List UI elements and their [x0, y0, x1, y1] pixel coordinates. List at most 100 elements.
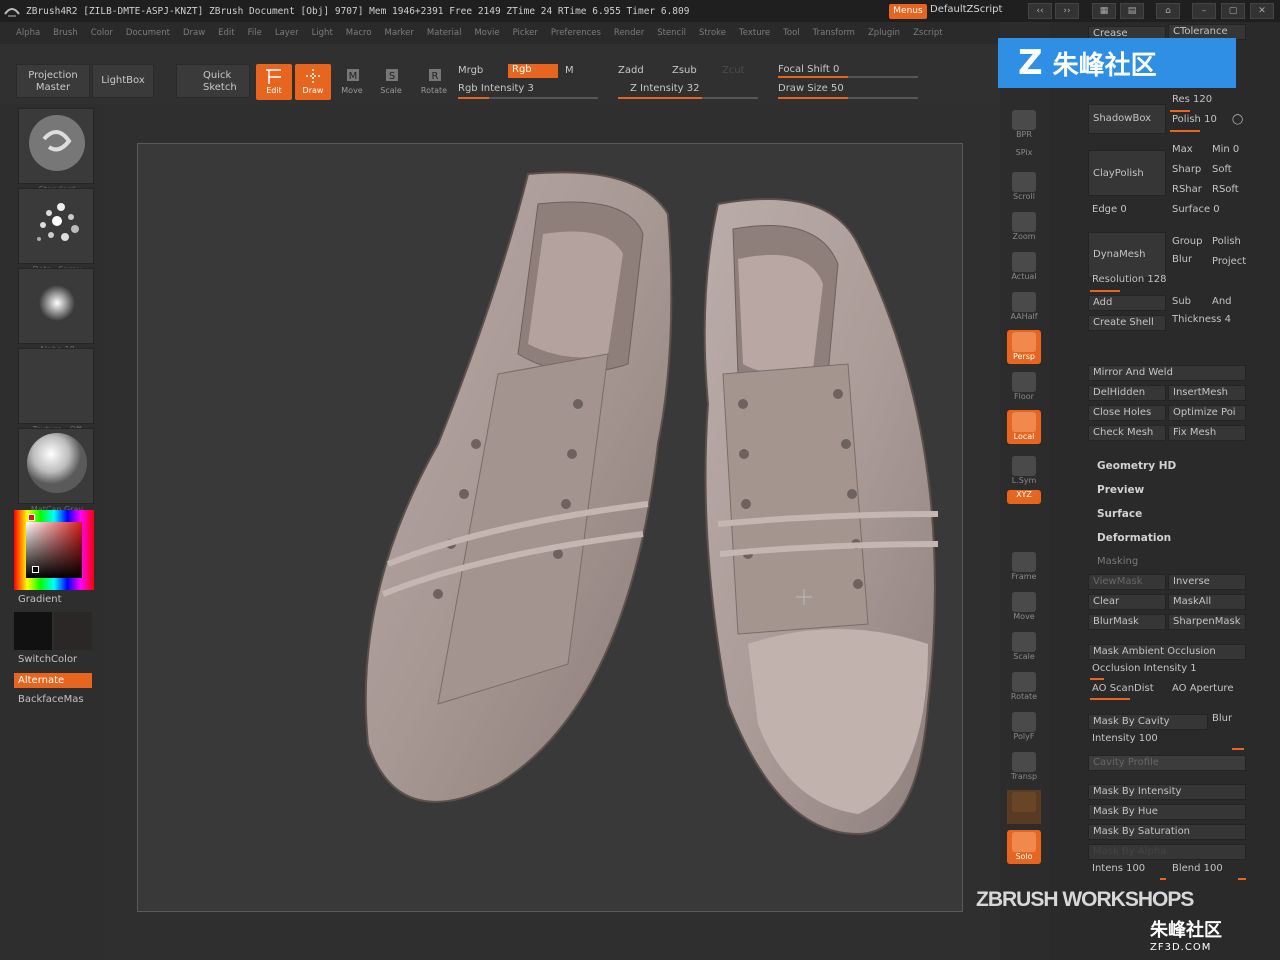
- prev-button[interactable]: ‹‹: [1028, 3, 1052, 19]
- inverse-button[interactable]: Inverse: [1168, 574, 1246, 590]
- menu-stroke[interactable]: Stroke: [699, 28, 726, 38]
- mask-ambient-occlusion-button[interactable]: Mask Ambient Occlusion: [1088, 644, 1246, 660]
- add-button[interactable]: Add: [1088, 295, 1166, 311]
- blur-slider[interactable]: Blur: [1172, 254, 1192, 270]
- focal-shift-track[interactable]: [778, 76, 918, 78]
- group-toggle[interactable]: Group: [1172, 236, 1202, 252]
- menu-zscript[interactable]: Zscript: [913, 28, 943, 38]
- backface-mask-button[interactable]: BackfaceMas: [18, 694, 84, 705]
- menus-toggle-button[interactable]: Menus: [889, 4, 927, 19]
- soft-slider[interactable]: Soft: [1212, 164, 1232, 180]
- menu-preferences[interactable]: Preferences: [551, 28, 601, 38]
- local-button[interactable]: Local: [1007, 410, 1041, 444]
- menu-brush[interactable]: Brush: [53, 28, 78, 38]
- actual-button[interactable]: Actual: [1007, 250, 1041, 284]
- edge-slider[interactable]: Edge 0: [1092, 204, 1127, 220]
- check-mesh-button[interactable]: Check Mesh: [1088, 425, 1166, 441]
- edit-tool-button[interactable]: Edit: [256, 64, 292, 100]
- solo-button[interactable]: Solo: [1007, 830, 1041, 864]
- menu-file[interactable]: File: [248, 28, 262, 38]
- clear-mask-button[interactable]: Clear: [1088, 594, 1166, 610]
- claypolish-button[interactable]: ClayPolish: [1088, 150, 1166, 196]
- menu-movie[interactable]: Movie: [474, 28, 499, 38]
- menu-zplugin[interactable]: Zplugin: [868, 28, 900, 38]
- occlusion-intensity-slider[interactable]: Occlusion Intensity 1: [1092, 663, 1197, 679]
- dynamesh-button[interactable]: DynaMesh: [1088, 232, 1166, 278]
- material-thumbnail[interactable]: MatCap Gray: [18, 428, 94, 514]
- menu-alpha[interactable]: Alpha: [16, 28, 40, 38]
- mirror-and-weld-button[interactable]: Mirror And Weld: [1088, 365, 1246, 381]
- intens-slider[interactable]: Intens 100: [1092, 863, 1145, 879]
- menu-tool[interactable]: Tool: [783, 28, 800, 38]
- blend-slider[interactable]: Blend 100: [1172, 863, 1223, 879]
- polyf-button[interactable]: PolyF: [1007, 710, 1041, 744]
- spix-slider[interactable]: SPix: [1007, 148, 1041, 166]
- scale-tool-button[interactable]: S Scale: [373, 64, 409, 100]
- masking-section[interactable]: Masking: [1097, 556, 1138, 572]
- menu-document[interactable]: Document: [126, 28, 170, 38]
- cavity-profile-button[interactable]: Cavity Profile: [1088, 755, 1246, 771]
- polish-toggle[interactable]: Polish: [1212, 236, 1241, 252]
- polish-circle-icon[interactable]: ◯: [1232, 114, 1243, 130]
- menu-color[interactable]: Color: [91, 28, 113, 38]
- create-shell-button[interactable]: Create Shell: [1088, 315, 1166, 331]
- quick-sketch-button[interactable]: Quick Sketch: [176, 64, 250, 98]
- polish-slider[interactable]: Polish 10: [1172, 114, 1217, 130]
- menu-layer[interactable]: Layer: [275, 28, 299, 38]
- shadowbox-button[interactable]: ShadowBox: [1088, 104, 1166, 134]
- blurmask-button[interactable]: BlurMask: [1088, 614, 1166, 630]
- insertmesh-button[interactable]: InsertMesh: [1168, 385, 1246, 401]
- deformation-section[interactable]: Deformation: [1097, 532, 1171, 544]
- viewmask-button[interactable]: ViewMask: [1088, 574, 1166, 590]
- move-tool-button[interactable]: M Move: [334, 64, 370, 100]
- canvas-area[interactable]: [104, 104, 1000, 960]
- close-button[interactable]: ✕: [1250, 3, 1274, 19]
- projection-master-button[interactable]: Projection Master: [16, 64, 90, 98]
- menu-texture[interactable]: Texture: [739, 28, 770, 38]
- rgb-intensity-slider[interactable]: Rgb Intensity 3: [458, 83, 534, 94]
- alpha-thumbnail[interactable]: Alpha 18: [18, 268, 94, 354]
- max-slider[interactable]: Max: [1172, 144, 1193, 160]
- cavity-intensity-slider[interactable]: Intensity 100: [1092, 733, 1158, 749]
- layout-alt-button[interactable]: ▤: [1120, 3, 1144, 19]
- z-intensity-slider[interactable]: Z Intensity 32: [630, 83, 699, 94]
- draw-size-track[interactable]: [778, 97, 918, 99]
- cavity-blur-slider[interactable]: Blur: [1212, 713, 1232, 729]
- surface-slider[interactable]: Surface 0: [1172, 204, 1220, 220]
- focal-shift-slider[interactable]: Focal Shift 0: [778, 64, 839, 75]
- delhidden-button[interactable]: DelHidden: [1088, 385, 1166, 401]
- mrgb-button[interactable]: Mrgb: [458, 65, 483, 76]
- ao-aperture-slider[interactable]: AO Aperture: [1172, 683, 1248, 699]
- menu-transform[interactable]: Transform: [813, 28, 855, 38]
- rotate-tool-button[interactable]: R Rotate: [416, 64, 452, 100]
- menu-render[interactable]: Render: [614, 28, 644, 38]
- switchcolor-button[interactable]: SwitchColor: [18, 654, 77, 665]
- layout-button[interactable]: ▦: [1092, 3, 1116, 19]
- mask-by-saturation-button[interactable]: Mask By Saturation: [1088, 824, 1246, 840]
- rgb-button[interactable]: Rgb: [508, 64, 558, 78]
- scroll-button[interactable]: Scroll: [1007, 170, 1041, 204]
- menu-light[interactable]: Light: [312, 28, 333, 38]
- fix-mesh-button[interactable]: Fix Mesh: [1168, 425, 1246, 441]
- rgb-intensity-track[interactable]: [458, 97, 598, 99]
- transp-button[interactable]: Transp: [1007, 750, 1041, 784]
- draw-tool-button[interactable]: Draw: [295, 64, 331, 100]
- menu-picker[interactable]: Picker: [513, 28, 538, 38]
- sharp-slider[interactable]: Sharp: [1172, 164, 1201, 180]
- move-view-button[interactable]: Move: [1007, 590, 1041, 624]
- m-button[interactable]: M: [565, 65, 574, 76]
- thickness-slider[interactable]: Thickness 4: [1172, 314, 1231, 330]
- help-icon[interactable]: ⌂: [1156, 3, 1180, 19]
- secondary-color-box[interactable]: [54, 612, 92, 650]
- rsoft-slider[interactable]: RSoft: [1212, 184, 1239, 200]
- alternate-button[interactable]: Alternate: [14, 673, 92, 688]
- project-toggle[interactable]: Project: [1212, 256, 1248, 272]
- main-color-swatch[interactable]: [28, 514, 35, 521]
- resolution-slider[interactable]: Resolution 128: [1092, 274, 1167, 290]
- res-slider[interactable]: Res 120: [1172, 94, 1212, 110]
- min-slider[interactable]: Min 0: [1212, 144, 1239, 160]
- ghost-button[interactable]: [1007, 790, 1041, 824]
- right-shoe[interactable]: [703, 198, 939, 836]
- draw-size-slider[interactable]: Draw Size 50: [778, 83, 844, 94]
- menu-draw[interactable]: Draw: [183, 28, 205, 38]
